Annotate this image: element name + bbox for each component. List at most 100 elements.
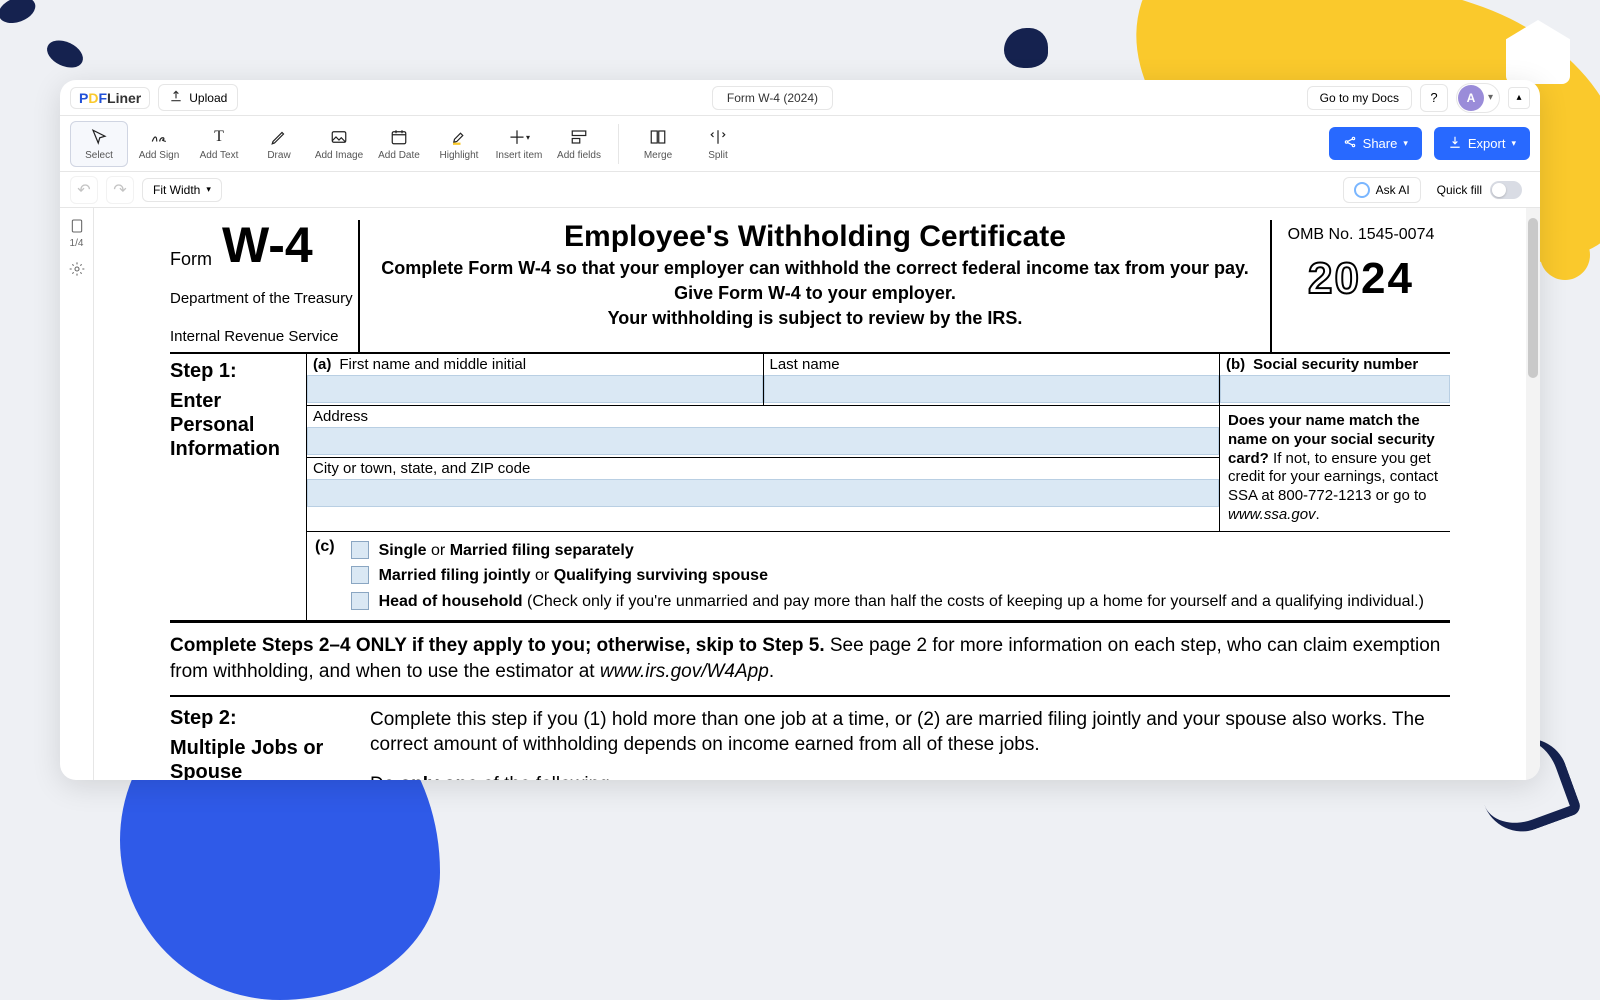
chevron-down-icon: ▾ bbox=[1511, 138, 1516, 149]
checkbox-married[interactable] bbox=[351, 566, 369, 584]
undo-icon: ↶ bbox=[77, 180, 90, 200]
quick-fill-label: Quick fill bbox=[1437, 183, 1482, 197]
tool-select[interactable]: Select bbox=[70, 121, 128, 167]
main: 1/4 Form W-4 Department of the Treasury … bbox=[60, 208, 1540, 780]
option-hoh: Head of household (Check only if you're … bbox=[351, 589, 1442, 615]
checkbox-single[interactable] bbox=[351, 541, 369, 559]
tool-add-fields[interactable]: Add fields bbox=[550, 121, 608, 167]
ssn-hint-cell: Does your name match the name on your so… bbox=[1220, 406, 1450, 531]
quick-fill-toggle[interactable] bbox=[1490, 181, 1522, 199]
ssn-field[interactable] bbox=[1220, 375, 1450, 403]
gear-icon bbox=[67, 259, 87, 279]
undo-button[interactable]: ↶ bbox=[70, 176, 98, 204]
first-name-field[interactable] bbox=[307, 375, 763, 403]
tool-draw[interactable]: Draw bbox=[250, 121, 308, 167]
upload-button[interactable]: Upload bbox=[158, 84, 238, 111]
document-title[interactable]: Form W-4 (2024) bbox=[712, 86, 833, 110]
step1: Step 1: Enter Personal Information (a)Fi… bbox=[170, 354, 1450, 621]
scrollbar[interactable] bbox=[1526, 208, 1540, 780]
quick-fill-toggle-group: Quick fill bbox=[1429, 177, 1530, 203]
step2-p1: Complete this step if you (1) hold more … bbox=[370, 707, 1450, 758]
cursor-icon bbox=[88, 126, 110, 148]
sidebar-pages[interactable]: 1/4 bbox=[67, 216, 87, 249]
ask-ai-label: Ask AI bbox=[1376, 183, 1410, 197]
cell-address: Address bbox=[307, 406, 1219, 458]
brand-p: P bbox=[79, 90, 88, 106]
download-icon bbox=[1448, 135, 1462, 152]
redo-icon: ↷ bbox=[113, 180, 126, 200]
cell-first-name: (a)First name and middle initial bbox=[306, 354, 764, 406]
form-header-left: Form W-4 Department of the Treasury Inte… bbox=[170, 220, 360, 352]
tool-merge[interactable]: Merge bbox=[629, 121, 687, 167]
cell-last-name: Last name bbox=[764, 354, 1221, 406]
cert-line1: Complete Form W-4 so that your employer … bbox=[372, 258, 1258, 279]
cell-ssn: (b)Social security number bbox=[1220, 354, 1450, 406]
help-button[interactable]: ? bbox=[1420, 84, 1448, 112]
document-area[interactable]: Form W-4 Department of the Treasury Inte… bbox=[94, 208, 1526, 780]
cell-city: City or town, state, and ZIP code bbox=[307, 458, 1219, 509]
form-year: 2024 bbox=[1276, 254, 1446, 304]
sidebar-settings[interactable] bbox=[67, 259, 87, 279]
tool-split[interactable]: Split bbox=[689, 121, 747, 167]
option-married: Married filing jointly or Qualifying sur… bbox=[351, 563, 1442, 589]
tool-add-image-label: Add Image bbox=[315, 150, 363, 161]
brand-d: D bbox=[88, 90, 98, 106]
row-addr-city: Address City or town, state, and ZIP cod… bbox=[306, 406, 1450, 531]
label-last-name: Last name bbox=[770, 356, 840, 373]
pages-icon bbox=[67, 216, 87, 236]
ask-ai-button[interactable]: Ask AI bbox=[1343, 177, 1421, 203]
step1-label: Step 1: bbox=[170, 360, 298, 383]
omb-number: OMB No. 1545-0074 bbox=[1276, 226, 1446, 244]
city-field[interactable] bbox=[307, 479, 1219, 507]
dept-treasury: Department of the Treasury bbox=[170, 290, 354, 308]
export-button[interactable]: Export ▾ bbox=[1434, 127, 1530, 160]
decor-logo-top-right bbox=[1506, 20, 1570, 84]
tool-add-sign[interactable]: Add Sign bbox=[130, 121, 188, 167]
cert-title: Employee's Withholding Certificate bbox=[372, 220, 1258, 254]
chevron-down-icon: ▾ bbox=[206, 184, 211, 195]
go-to-my-docs-button[interactable]: Go to my Docs bbox=[1307, 86, 1412, 110]
tool-highlight[interactable]: Highlight bbox=[430, 121, 488, 167]
chevron-down-icon: ▾ bbox=[1488, 92, 1493, 103]
label-a: (a) bbox=[313, 356, 331, 373]
checkbox-hoh[interactable] bbox=[351, 592, 369, 610]
account-menu[interactable]: A ▾ bbox=[1456, 83, 1500, 113]
steps-note: Complete Steps 2–4 ONLY if they apply to… bbox=[170, 621, 1450, 696]
more-menu-button[interactable]: ▴ bbox=[1508, 87, 1530, 109]
row-ab: (a)First name and middle initial Last na… bbox=[306, 354, 1450, 406]
tool-highlight-label: Highlight bbox=[440, 150, 479, 161]
redo-button[interactable]: ↷ bbox=[106, 176, 134, 204]
tool-merge-label: Merge bbox=[644, 150, 672, 161]
scrollbar-thumb[interactable] bbox=[1528, 218, 1538, 378]
step2-body: Complete this step if you (1) hold more … bbox=[370, 707, 1450, 780]
merge-icon bbox=[647, 126, 669, 148]
calendar-icon bbox=[388, 126, 410, 148]
form-prefix: Form bbox=[170, 249, 212, 270]
tool-add-image[interactable]: Add Image bbox=[310, 121, 368, 167]
tool-add-date[interactable]: Add Date bbox=[370, 121, 428, 167]
tool-add-text[interactable]: T Add Text bbox=[190, 121, 248, 167]
year-outline: 20 bbox=[1308, 254, 1361, 303]
sidebar: 1/4 bbox=[60, 208, 94, 780]
zoom-label: Fit Width bbox=[153, 183, 200, 197]
tool-insert-item[interactable]: ＋▾ Insert item bbox=[490, 121, 548, 167]
topbar-right: Go to my Docs ? A ▾ ▴ bbox=[1307, 83, 1530, 113]
toolbar-separator bbox=[618, 124, 619, 164]
cert-line3: Your withholding is subject to review by… bbox=[372, 308, 1258, 329]
step2-heading: Step 2: Multiple Jobs or Spouse bbox=[170, 707, 370, 780]
address-field[interactable] bbox=[307, 427, 1219, 455]
tool-add-text-label: Add Text bbox=[200, 150, 239, 161]
label-ssn: Social security number bbox=[1253, 356, 1418, 373]
last-name-field[interactable] bbox=[764, 375, 1220, 403]
step1-heading: Step 1: Enter Personal Information bbox=[170, 354, 306, 620]
share-button[interactable]: Share ▾ bbox=[1329, 127, 1422, 160]
share-icon bbox=[1343, 135, 1357, 152]
label-address: Address bbox=[313, 408, 368, 425]
tool-add-date-label: Add Date bbox=[378, 150, 420, 161]
step2-p2: Do only one of the following. bbox=[370, 772, 1450, 780]
addr-block: Address City or town, state, and ZIP cod… bbox=[306, 406, 1220, 531]
brand-liner: Liner bbox=[107, 90, 141, 106]
zoom-select[interactable]: Fit Width ▾ bbox=[142, 178, 222, 202]
brand-logo[interactable]: PDFLiner bbox=[70, 87, 150, 109]
tool-select-label: Select bbox=[85, 150, 113, 161]
